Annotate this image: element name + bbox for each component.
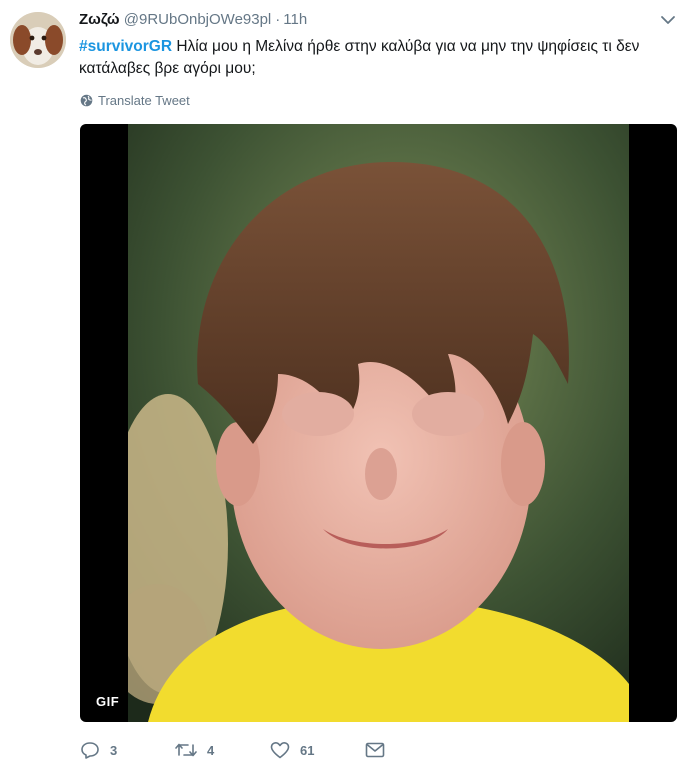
like-button[interactable]: 61 — [270, 741, 365, 759]
author-name[interactable]: Ζωζώ — [79, 11, 120, 28]
retweet-count: 4 — [207, 742, 215, 758]
envelope-icon — [365, 742, 385, 758]
tweet-text: #survivorGR Ηλία μου η Μελίνα ήρθε στην … — [79, 36, 669, 80]
heart-icon — [270, 742, 290, 759]
chevron-down-icon[interactable] — [660, 14, 676, 26]
globe-icon — [80, 94, 93, 107]
reply-icon — [81, 742, 99, 759]
dog-avatar-image — [10, 12, 66, 68]
direct-message-button[interactable] — [365, 742, 385, 758]
translate-tweet-link[interactable]: Translate Tweet — [80, 93, 190, 108]
gif-image — [128, 124, 629, 722]
reply-count: 3 — [110, 742, 118, 758]
gif-badge: GIF — [90, 691, 126, 712]
separator-dot: · — [275, 11, 281, 28]
tweet-timestamp[interactable]: 11h — [283, 11, 307, 28]
media-gif[interactable]: GIF — [80, 124, 677, 722]
translate-tweet-label: Translate Tweet — [98, 93, 190, 108]
like-count: 61 — [300, 742, 315, 758]
hashtag-link[interactable]: #survivorGR — [79, 38, 172, 55]
author-handle[interactable]: @9RUbOnbjOWe93pl — [124, 11, 272, 28]
retweet-icon — [175, 743, 197, 757]
reply-button[interactable]: 3 — [80, 741, 175, 759]
tweet[interactable]: Ζωζώ @9RUbOnbjOWe93pl · 11h #survivorGR Ηλ… — [0, 0, 688, 768]
tweet-actions: 3 4 61 — [80, 738, 385, 762]
tweet-header: Ζωζώ @9RUbOnbjOWe93pl · 11h — [79, 11, 668, 31]
retweet-button[interactable]: 4 — [175, 741, 270, 759]
avatar[interactable] — [10, 12, 66, 68]
